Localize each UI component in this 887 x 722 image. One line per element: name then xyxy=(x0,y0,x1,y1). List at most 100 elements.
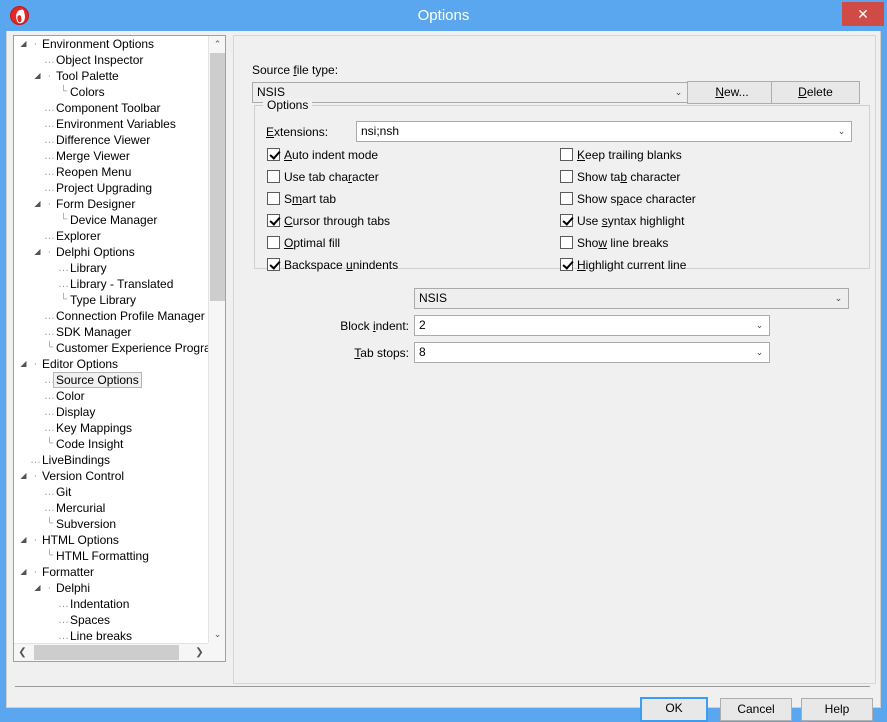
help-button[interactable]: Help xyxy=(801,698,873,721)
tree-item[interactable]: …Library xyxy=(14,260,208,276)
chevron-down-icon[interactable]: ⌄ xyxy=(751,316,768,335)
tree-expander-icon[interactable]: ◢ xyxy=(18,36,29,52)
tree-item[interactable]: …Object Inspector xyxy=(14,52,208,68)
tree-item[interactable]: …Line breaks xyxy=(14,628,208,643)
tree-horizontal-scrollbar[interactable]: ❮ ❯ xyxy=(14,643,208,661)
close-icon[interactable]: ✕ xyxy=(842,2,884,26)
scroll-right-icon[interactable]: ❯ xyxy=(191,644,208,661)
vertical-scroll-thumb[interactable] xyxy=(210,53,225,301)
tab-stops-combo[interactable]: 8 ⌄ xyxy=(414,342,770,363)
tree-expander-icon[interactable]: ◢ xyxy=(32,244,43,260)
checkbox-right-4[interactable]: Show line breaks xyxy=(560,236,668,252)
tree-expander-icon[interactable]: ◢ xyxy=(32,68,43,84)
tree-item[interactable]: …Color xyxy=(14,388,208,404)
tree-item[interactable]: ◢ · Delphi Options xyxy=(14,244,208,260)
checkbox-unchecked-icon[interactable] xyxy=(560,236,573,249)
syntax-highlighter-combo[interactable]: NSIS ⌄ xyxy=(414,288,849,309)
options-category-tree[interactable]: ◢ · Environment Options …Object Inspector ◢ ·… xyxy=(13,35,226,662)
tree-item[interactable]: …Reopen Menu xyxy=(14,164,208,180)
checkbox-checked-icon[interactable] xyxy=(267,148,280,161)
cancel-button[interactable]: Cancel xyxy=(720,698,792,721)
chevron-down-icon[interactable]: ⌄ xyxy=(830,289,847,308)
tree-item[interactable]: …Indentation xyxy=(14,596,208,612)
chevron-down-icon[interactable]: ⌄ xyxy=(751,343,768,362)
tree-item[interactable]: …Connection Profile Manager xyxy=(14,308,208,324)
checkbox-left-4[interactable]: Optimal fill xyxy=(267,236,340,252)
ok-button[interactable]: OK xyxy=(640,697,708,722)
tree-item[interactable]: …Mercurial xyxy=(14,500,208,516)
checkbox-checked-icon[interactable] xyxy=(560,214,573,227)
checkbox-right-3[interactable]: Use syntax highlight xyxy=(560,214,684,230)
tree-item[interactable]: …Environment Variables xyxy=(14,116,208,132)
checkbox-right-2[interactable]: Show space character xyxy=(560,192,696,208)
chevron-down-icon[interactable]: ⌄ xyxy=(670,83,687,102)
chevron-down-icon[interactable]: ⌄ xyxy=(833,122,850,141)
tree-item[interactable]: …SDK Manager xyxy=(14,324,208,340)
checkbox-checked-icon[interactable] xyxy=(267,214,280,227)
tree-item[interactable]: └ Colors xyxy=(14,84,208,100)
tree-item[interactable]: …LiveBindings xyxy=(14,452,208,468)
block-indent-combo[interactable]: 2 ⌄ xyxy=(414,315,770,336)
horizontal-scroll-thumb[interactable] xyxy=(34,645,179,660)
checkbox-left-5[interactable]: Backspace unindents xyxy=(267,258,398,274)
checkbox-left-3[interactable]: Cursor through tabs xyxy=(267,214,390,230)
checkbox-checked-icon[interactable] xyxy=(560,258,573,271)
tree-item[interactable]: …Component Toolbar xyxy=(14,100,208,116)
checkbox-right-0[interactable]: Keep trailing blanks xyxy=(560,148,682,164)
tree-connector-icon: … xyxy=(44,326,55,338)
tree-expander-icon[interactable]: ◢ xyxy=(18,532,29,548)
extensions-combo[interactable]: nsi;nsh ⌄ xyxy=(356,121,852,142)
checkbox-label: Smart tab xyxy=(284,192,337,206)
tree-expander-icon[interactable]: ◢ xyxy=(18,468,29,484)
tree-connector-icon: · xyxy=(33,534,38,546)
tree-expander-icon[interactable]: ◢ xyxy=(18,564,29,580)
scroll-up-icon[interactable]: ⌃ xyxy=(209,36,225,53)
tree-item[interactable]: ◢ · Delphi xyxy=(14,580,208,596)
tree-item[interactable]: …Explorer xyxy=(14,228,208,244)
tree-item[interactable]: …Difference Viewer xyxy=(14,132,208,148)
tree-expander-icon[interactable]: ◢ xyxy=(32,196,43,212)
tree-item[interactable]: ◢ · Editor Options xyxy=(14,356,208,372)
source-file-type-combo[interactable]: NSIS ⌄ xyxy=(252,82,689,103)
tree-item[interactable]: …Display xyxy=(14,404,208,420)
tree-item[interactable]: ◢ · Version Control xyxy=(14,468,208,484)
checkbox-unchecked-icon[interactable] xyxy=(560,170,573,183)
tree-item[interactable]: …Spaces xyxy=(14,612,208,628)
tree-expander-icon[interactable]: ◢ xyxy=(18,356,29,372)
checkbox-unchecked-icon[interactable] xyxy=(267,236,280,249)
tree-expander-icon[interactable]: ◢ xyxy=(32,580,43,596)
checkbox-left-1[interactable]: Use tab character xyxy=(267,170,379,186)
checkbox-right-1[interactable]: Show tab character xyxy=(560,170,680,186)
tree-item[interactable]: ◢ · Form Designer xyxy=(14,196,208,212)
tree-item[interactable]: └ Customer Experience Program xyxy=(14,340,208,356)
tree-connector-icon: … xyxy=(44,502,55,514)
checkbox-unchecked-icon[interactable] xyxy=(267,170,280,183)
tree-item[interactable]: ◢ · Tool Palette xyxy=(14,68,208,84)
tree-item[interactable]: ◢ · Environment Options xyxy=(14,36,208,52)
scroll-down-icon[interactable]: ⌄ xyxy=(209,626,225,643)
tree-item[interactable]: └ HTML Formatting xyxy=(14,548,208,564)
delete-button[interactable]: Delete xyxy=(771,81,860,104)
tree-item[interactable]: └ Device Manager xyxy=(14,212,208,228)
tree-item[interactable]: …Project Upgrading xyxy=(14,180,208,196)
tree-item[interactable]: …Key Mappings xyxy=(14,420,208,436)
checkbox-unchecked-icon[interactable] xyxy=(560,148,573,161)
tree-item[interactable]: …Merge Viewer xyxy=(14,148,208,164)
checkbox-checked-icon[interactable] xyxy=(267,258,280,271)
checkbox-right-5[interactable]: Highlight current line xyxy=(560,258,686,274)
tree-item[interactable]: …Source Options xyxy=(14,372,208,388)
checkbox-left-2[interactable]: Smart tab xyxy=(267,192,336,208)
tree-item[interactable]: └ Type Library xyxy=(14,292,208,308)
tree-item[interactable]: ◢ · Formatter xyxy=(14,564,208,580)
new-button[interactable]: New... xyxy=(687,81,777,104)
tree-item[interactable]: └ Code Insight xyxy=(14,436,208,452)
scroll-left-icon[interactable]: ❮ xyxy=(14,644,31,661)
tree-item[interactable]: …Library - Translated xyxy=(14,276,208,292)
checkbox-unchecked-icon[interactable] xyxy=(560,192,573,205)
tree-vertical-scrollbar[interactable]: ⌃ ⌄ xyxy=(208,36,225,643)
tree-item[interactable]: └ Subversion xyxy=(14,516,208,532)
tree-item[interactable]: ◢ · HTML Options xyxy=(14,532,208,548)
checkbox-unchecked-icon[interactable] xyxy=(267,192,280,205)
checkbox-left-0[interactable]: Auto indent mode xyxy=(267,148,378,164)
tree-item[interactable]: …Git xyxy=(14,484,208,500)
